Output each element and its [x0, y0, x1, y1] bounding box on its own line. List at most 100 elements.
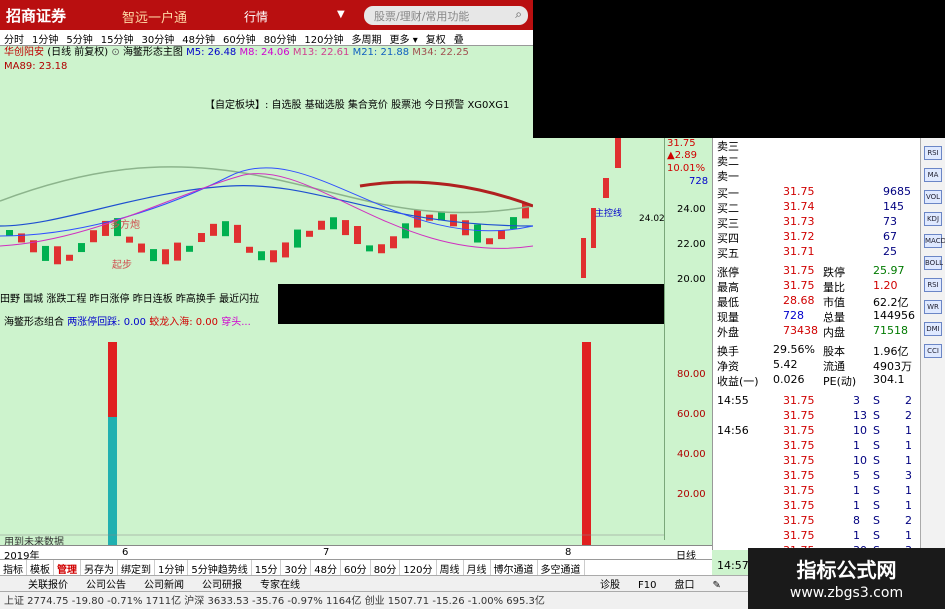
- indicator-ma-icon[interactable]: MA: [924, 168, 942, 182]
- indicator-boll-icon[interactable]: BOLL: [924, 256, 943, 270]
- period-tab-1[interactable]: 1分钟: [28, 30, 62, 46]
- chevron-down-icon[interactable]: ▼: [337, 9, 345, 20]
- candle: [66, 254, 73, 261]
- indicator-dmi-icon[interactable]: DMI: [924, 322, 942, 336]
- search-input[interactable]: 股票/理财/常用功能 ⌕: [364, 6, 528, 25]
- candle: [6, 230, 13, 236]
- candle: [510, 217, 517, 230]
- candle: [330, 217, 337, 230]
- tick-time: 14:56: [717, 424, 749, 437]
- status-right-0[interactable]: 诊股: [600, 580, 620, 591]
- period-tab-4[interactable]: 30分钟: [137, 30, 178, 46]
- candle: [270, 250, 277, 263]
- candlestick-chart[interactable]: 【自定板块】: 自选股 基础选股 集合竞价 股票池 今日预警 XG0XG1 多方…: [0, 76, 534, 290]
- stat-row: 现量 728 总量 144956: [713, 309, 919, 324]
- menu-quote[interactable]: 行情: [244, 8, 268, 25]
- indicator-rsi-icon[interactable]: RSI: [924, 146, 942, 160]
- tick-volume: 10: [853, 454, 867, 467]
- watermark: 指标公式网 www.zbgs3.com: [748, 548, 945, 609]
- stat-value: 71518: [873, 324, 908, 337]
- ma89-value: MA89: 23.18: [4, 61, 68, 72]
- status-item-1[interactable]: 公司公告: [86, 580, 126, 591]
- tick-count: 1: [905, 484, 912, 497]
- bid-vol: 145: [883, 200, 904, 213]
- candle: [258, 251, 265, 261]
- candle: [138, 243, 145, 253]
- sub-axis-1: 60.00: [677, 409, 706, 420]
- stat-value: 31.75: [783, 279, 815, 292]
- fin-value: 4903万: [873, 360, 912, 373]
- status-right-2[interactable]: 盘口: [674, 580, 694, 591]
- fin-row: 净资 5.42 流通 4903万: [713, 358, 919, 373]
- tick-volume: 5: [853, 469, 860, 482]
- candle: [366, 245, 373, 252]
- indicator-macd-icon[interactable]: MACD: [924, 234, 945, 248]
- stat-row: 涨停 31.75 跌停 25.97: [713, 264, 919, 279]
- period-tab-7[interactable]: 80分钟: [260, 30, 301, 46]
- stock-name[interactable]: 华创阳安: [0, 47, 44, 58]
- period-tab-12[interactable]: 叠: [450, 30, 468, 46]
- tick-price: 31.75: [783, 529, 815, 542]
- candle: [210, 223, 217, 236]
- sub-indicator-chart[interactable]: 用到未来数据: [0, 327, 664, 548]
- status-right-1[interactable]: F10: [638, 580, 656, 591]
- candle: [150, 249, 157, 262]
- period-bar: 分时 1分钟 5分钟 15分钟 30分钟 48分钟 60分钟 80分钟 120分钟 多周期 更多 ▾…: [0, 30, 533, 46]
- tick-count: 1: [905, 424, 912, 437]
- tick-count: 3: [905, 469, 912, 482]
- main-indicator-name[interactable]: 海鳖形态主图: [123, 47, 183, 58]
- bid-row: 买四 31.72 67: [713, 230, 919, 245]
- ma34-value: M34: 22.25: [412, 47, 469, 58]
- period-tab-8[interactable]: 120分钟: [300, 30, 347, 46]
- fin-label: PE(动): [823, 375, 857, 388]
- fin-value: 29.56%: [773, 343, 815, 356]
- tick-time: 14:55: [717, 394, 749, 407]
- period-tab-0[interactable]: 分时: [0, 30, 28, 46]
- status-item-4[interactable]: 专家在线: [260, 580, 300, 591]
- ask-row: 卖三: [713, 138, 919, 153]
- tick-row: 31.75 5 S 3: [713, 469, 919, 484]
- status-item-3[interactable]: 公司研报: [202, 580, 242, 591]
- search-icon[interactable]: ⌕: [515, 7, 522, 22]
- sub-indicator-title: 海鳖形态组合 两涨停回踩: 0.00 蛟龙入海: 0.00 穿头...: [0, 313, 278, 328]
- candle: [450, 214, 457, 227]
- chart-right-extension: 主控线 24.02: [533, 138, 665, 284]
- redacted-region: [533, 0, 945, 138]
- period-tab-11[interactable]: 复权: [422, 30, 450, 46]
- bid-price: 31.75: [783, 185, 815, 198]
- bid-price: 31.71: [783, 245, 815, 258]
- status-item-2[interactable]: 公司新闻: [144, 580, 184, 591]
- indicator-rsi-icon[interactable]: RSI: [924, 278, 942, 292]
- fin-value: 0.026: [773, 373, 805, 386]
- stat-value: 25.97: [873, 264, 905, 277]
- sub-axis-2: 40.00: [677, 449, 706, 460]
- tick-flag: S: [873, 529, 880, 542]
- ziyuan-price: 24.02: [639, 214, 665, 224]
- tick-price: 31.75: [783, 424, 815, 437]
- indicator-cci-icon[interactable]: CCI: [924, 344, 942, 358]
- tick-price: 31.75: [783, 469, 815, 482]
- period-tab-9[interactable]: 多周期: [348, 30, 386, 46]
- candle: [294, 229, 301, 248]
- bid-label: 买二: [717, 202, 739, 215]
- candle: [174, 242, 181, 261]
- bid-row: 买一 31.75 9685: [713, 185, 919, 200]
- tick-volume: 13: [853, 409, 867, 422]
- period-tab-6[interactable]: 60分钟: [219, 30, 260, 46]
- candle: [318, 220, 325, 230]
- status-right-3[interactable]: ✎: [712, 580, 720, 591]
- tick-price: 31.75: [783, 454, 815, 467]
- indicator-wr-icon[interactable]: WR: [924, 300, 942, 314]
- status-item-0[interactable]: 关联报价: [28, 580, 68, 591]
- period-tab-3[interactable]: 15分钟: [97, 30, 138, 46]
- stat-label: 内盘: [823, 326, 845, 339]
- title-bar: 招商证券 智远一户通 行情 ▼ 股票/理财/常用功能 ⌕: [0, 0, 533, 30]
- period-tab-10[interactable]: 更多 ▾: [386, 30, 422, 46]
- period-tab-5[interactable]: 48分钟: [178, 30, 219, 46]
- custom-blocks-bar[interactable]: 【自定板块】: 自选股 基础选股 集合竞价 股票池 今日预警 XG0XG1: [205, 96, 509, 111]
- indicator-kdj-icon[interactable]: KDJ: [924, 212, 942, 226]
- period-tab-2[interactable]: 5分钟: [62, 30, 96, 46]
- ask-label: 卖三: [717, 140, 739, 153]
- tick-flag: S: [873, 454, 880, 467]
- indicator-vol-icon[interactable]: VOL: [924, 190, 942, 204]
